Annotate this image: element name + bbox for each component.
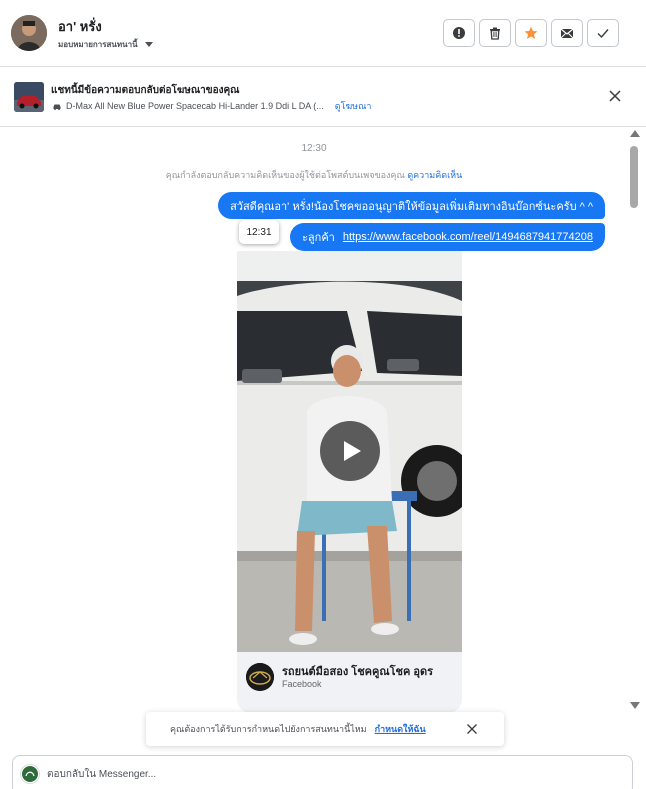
play-icon [344, 441, 361, 461]
message-thread[interactable]: 12:30 คุณกำลังตอบกลับความคิดเห็นของผู้ใช… [0, 128, 628, 713]
car-icon [53, 104, 61, 110]
view-ad-link[interactable]: ดูโฆษณา [335, 99, 372, 113]
alert-icon [453, 27, 465, 39]
assign-label: มอบหมายการสนทนานี้ [58, 40, 138, 49]
ad-banner-subtitle: D-Max All New Blue Power Spacecab Hi-Lan… [53, 99, 371, 113]
assign-prompt: คุณต้องการได้รับการกำหนดไปยังการสนทนานี้… [146, 712, 504, 746]
contact-name[interactable]: อา' หรั่ง [58, 16, 102, 37]
check-icon [597, 29, 609, 39]
thread-scrollbar[interactable] [628, 128, 642, 713]
comment-reply-notice: คุณกำลังตอบกลับความคิดเห็นของผู้ใช้ต่อโพ… [0, 168, 628, 182]
page-name: รถยนต์มือสอง โชคคูณโชค อุดร [282, 666, 434, 678]
ad-reply-banner: แชทนี้มีข้อความตอบกลับต่อโฆษณาของคุณ D-M… [0, 67, 646, 127]
message-link[interactable]: https://www.facebook.com/reel/1494687941… [343, 231, 593, 243]
conversation-header: อา' หรั่ง มอบหมายการสนทนานี้ [0, 0, 646, 67]
assign-conversation-dropdown[interactable]: มอบหมายการสนทนานี้ [58, 38, 153, 51]
mark-done-button[interactable] [587, 19, 619, 47]
notice-text: คุณกำลังตอบกลับความคิดเห็นของผู้ใช้ต่อโพ… [165, 170, 405, 180]
conversation-actions [443, 19, 619, 47]
shared-reel-card[interactable]: รถยนต์มือสอง โชคคูณโชค อุดร Facebook [237, 251, 462, 713]
reply-composer [12, 755, 633, 789]
message-text: ะลูกค้า [302, 232, 335, 244]
mark-spam-button[interactable] [443, 19, 475, 47]
close-icon[interactable] [608, 89, 622, 103]
reel-page-info: รถยนต์มือสอง โชคคูณโชค อุดร Facebook [237, 652, 462, 713]
outgoing-message[interactable]: สวัสดีคุณอา' หรั่ง!น้องโชคขออนุญาติให้ข้… [218, 192, 605, 219]
message-text: สวัสดีคุณอา' หรั่ง!น้องโชคขออนุญาติให้ข้… [230, 200, 593, 213]
star-icon [524, 26, 538, 39]
page-avatar [20, 764, 40, 784]
assign-prompt-text: คุณต้องการได้รับการกำหนดไปยังการสนทนานี้… [170, 724, 367, 734]
caret-down-icon [144, 42, 153, 47]
ad-banner-title: แชทนี้มีข้อความตอบกลับต่อโฆษณาของคุณ [51, 85, 240, 96]
play-button[interactable] [320, 421, 380, 481]
delete-button[interactable] [479, 19, 511, 47]
close-icon[interactable] [466, 723, 478, 735]
scroll-down-arrow-icon[interactable] [630, 702, 640, 709]
reply-input[interactable] [47, 764, 607, 784]
view-comment-link[interactable]: ดูความคิดเห็น [407, 170, 462, 180]
time-tooltip: 12:31 [239, 220, 279, 244]
contact-avatar[interactable] [11, 15, 47, 51]
ad-thumbnail[interactable] [14, 82, 44, 112]
message-timestamp: 12:30 [301, 143, 327, 154]
page-logo [246, 663, 274, 691]
trash-icon [490, 27, 500, 40]
scrollbar-thumb[interactable] [630, 146, 638, 208]
ad-name: D-Max All New Blue Power Spacecab Hi-Lan… [66, 101, 324, 111]
assign-to-me-link[interactable]: กำหนดให้ฉัน [375, 722, 426, 736]
mark-unread-button[interactable] [551, 19, 583, 47]
scroll-up-arrow-icon[interactable] [630, 130, 640, 137]
outgoing-message[interactable]: ะลูกค้า https://www.facebook.com/reel/14… [290, 223, 605, 251]
reel-video-thumbnail[interactable] [237, 251, 462, 652]
star-button[interactable] [515, 19, 547, 47]
source-label: Facebook [282, 679, 322, 689]
mail-icon [560, 28, 574, 39]
